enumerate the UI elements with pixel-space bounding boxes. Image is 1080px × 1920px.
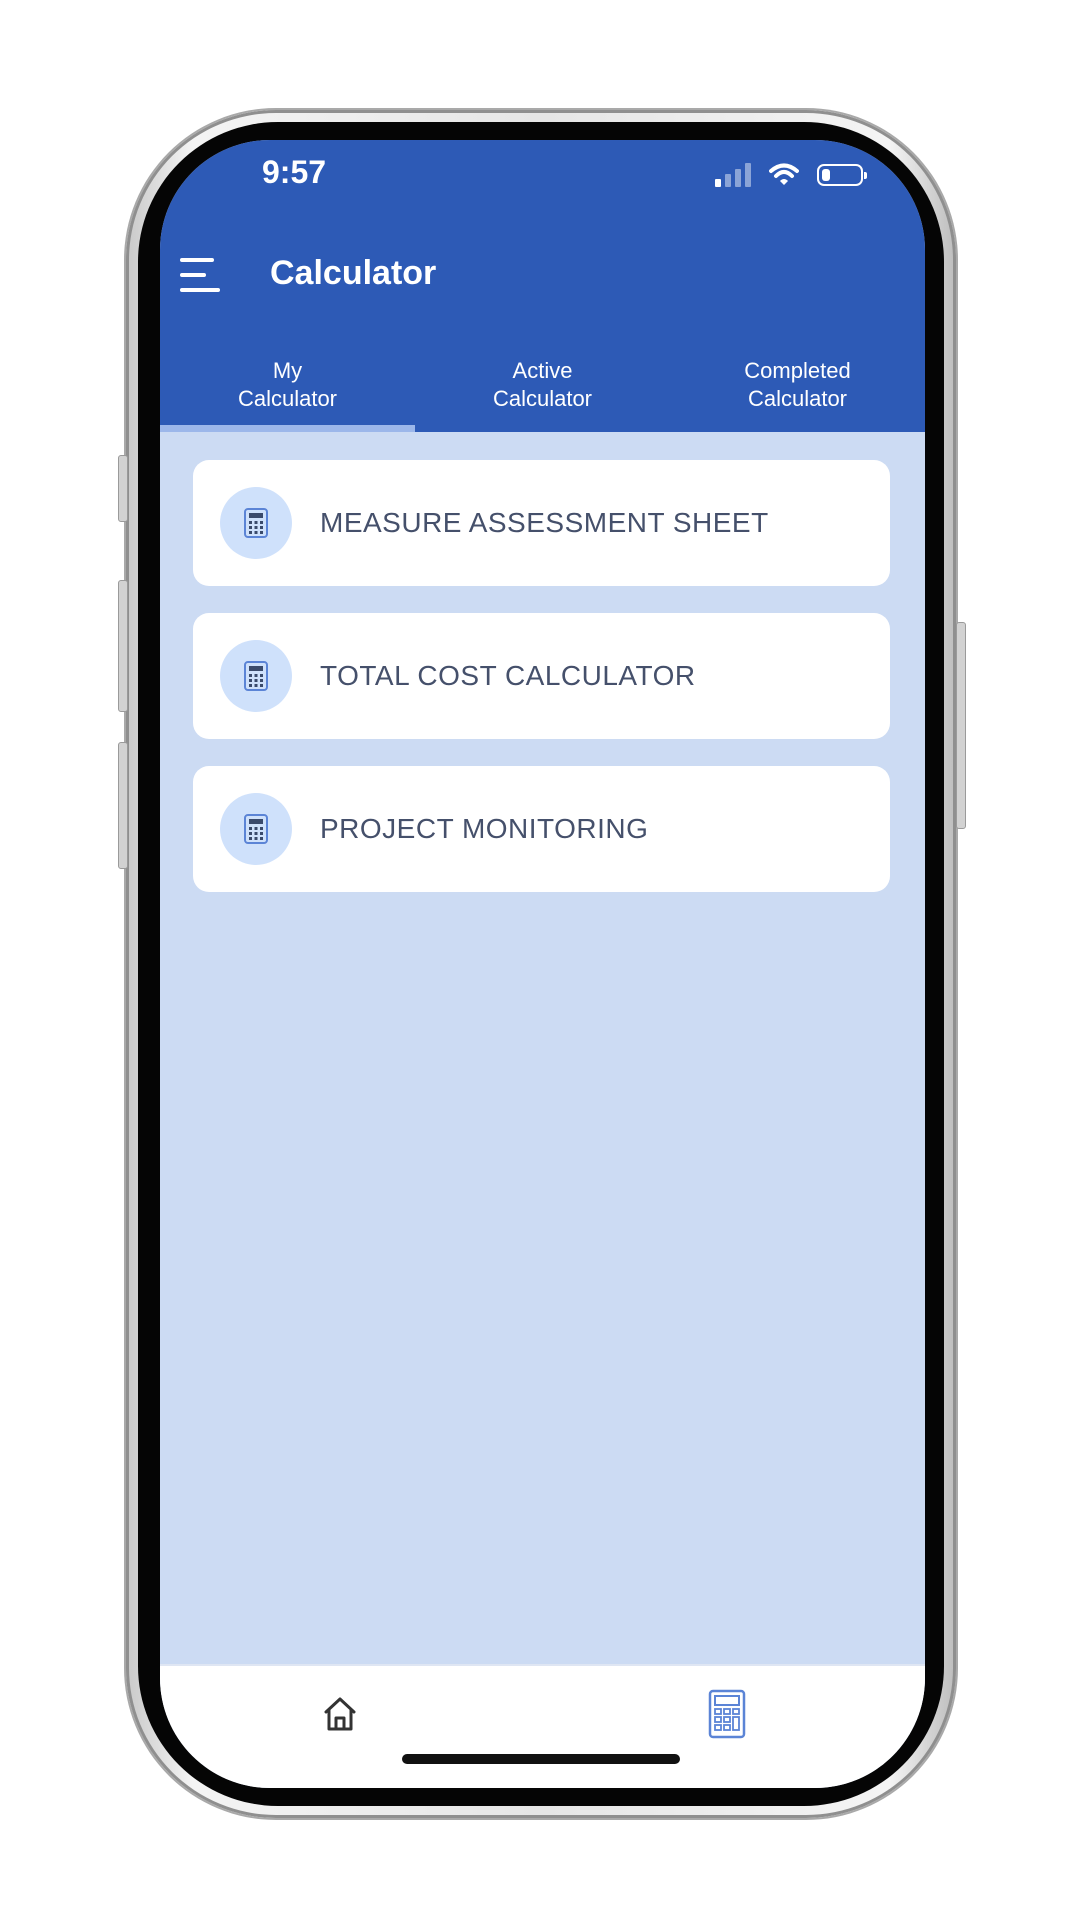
phone-power-button [956, 622, 966, 829]
list-item-label: TOTAL COST CALCULATOR [320, 660, 696, 691]
calculator-icon [220, 793, 292, 865]
hamburger-menu-icon[interactable] [180, 258, 220, 294]
tab-label-line1: Active [512, 358, 573, 383]
tab-label-line2: Calculator [492, 386, 593, 411]
tab-label-line2: Calculator [747, 386, 848, 411]
phone-volume-up-button [118, 580, 128, 712]
phone-volume-down-button [118, 742, 128, 869]
page-title: Calculator [270, 254, 437, 292]
list-item-measure-assessment-sheet[interactable]: MEASURE ASSESSMENT SHEET [193, 460, 890, 586]
phone-screen: 9:57 Calculator My Calculator Active Cal… [160, 140, 925, 1788]
status-icons [715, 160, 867, 190]
tab-label-line2: Calculator [237, 386, 338, 411]
tab-label-line1: My [272, 358, 303, 383]
tab-completed-calculator[interactable]: Completed Calculator [670, 345, 925, 432]
calculator-list: MEASURE ASSESSMENT SHEET TOTAL COST CALC… [193, 460, 890, 919]
calculator-icon [220, 487, 292, 559]
bottom-navigation [160, 1664, 925, 1788]
list-item-project-monitoring[interactable]: PROJECT MONITORING [193, 766, 890, 892]
list-item-label: PROJECT MONITORING [320, 813, 649, 844]
battery-icon [817, 164, 867, 186]
list-item-label: MEASURE ASSESSMENT SHEET [320, 507, 769, 538]
tab-bar: My Calculator Active Calculator Complete… [160, 345, 925, 432]
phone-mute-switch [118, 455, 128, 522]
list-item-total-cost-calculator[interactable]: TOTAL COST CALCULATOR [193, 613, 890, 739]
nav-calculator-button[interactable] [697, 1684, 757, 1744]
tab-label-line1: Completed [744, 358, 851, 383]
nav-home-button[interactable] [310, 1684, 370, 1744]
home-indicator[interactable] [402, 1754, 680, 1764]
calculator-icon [220, 640, 292, 712]
wifi-icon [769, 163, 799, 185]
active-tab-indicator [160, 425, 415, 432]
status-time: 9:57 [262, 154, 327, 190]
cellular-signal-icon [715, 163, 751, 187]
app-header: 9:57 Calculator My Calculator Active Cal… [160, 140, 925, 432]
calculator-icon [708, 1689, 746, 1739]
tab-my-calculator[interactable]: My Calculator [160, 345, 415, 432]
home-icon [324, 1697, 356, 1731]
tab-active-calculator[interactable]: Active Calculator [415, 345, 670, 432]
